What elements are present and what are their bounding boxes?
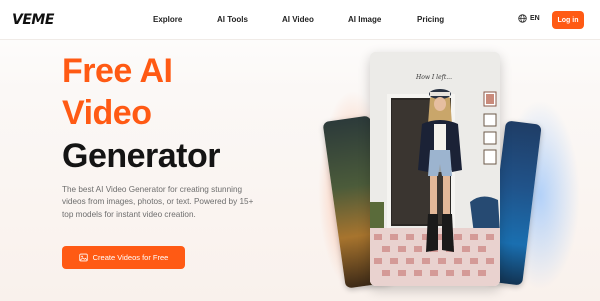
hero-title-line-2: Video <box>62 94 152 132</box>
top-nav-bar: VEME Explore AI Tools AI Video AI Image … <box>0 0 600 40</box>
hero-video-preview[interactable]: How I left... <box>370 52 500 286</box>
create-videos-label: Create Videos for Free <box>92 253 169 262</box>
video-caption-overlay: How I left... <box>416 74 452 81</box>
hero-title-line-1: Free AI <box>62 52 173 90</box>
create-videos-button[interactable]: Create Videos for Free <box>62 246 185 269</box>
nav-ai-tools[interactable]: AI Tools <box>217 15 248 24</box>
nav-explore[interactable]: Explore <box>153 15 182 24</box>
nav-ai-image[interactable]: AI Image <box>348 15 381 24</box>
hero-title-line-3: Generator <box>62 137 221 175</box>
globe-icon <box>518 14 527 23</box>
login-button[interactable]: Log in <box>552 11 584 29</box>
nav-pricing[interactable]: Pricing <box>417 15 444 24</box>
nav-ai-video[interactable]: AI Video <box>282 15 314 24</box>
language-selector[interactable]: EN <box>518 14 540 23</box>
brand-logo[interactable]: VEME <box>12 12 54 28</box>
hero-description: The best AI Video Generator for creating… <box>62 185 254 219</box>
image-icon <box>78 253 88 262</box>
preview-illustration <box>370 52 500 286</box>
page: VEME Explore AI Tools AI Video AI Image … <box>0 0 600 301</box>
language-label: EN <box>530 15 540 22</box>
